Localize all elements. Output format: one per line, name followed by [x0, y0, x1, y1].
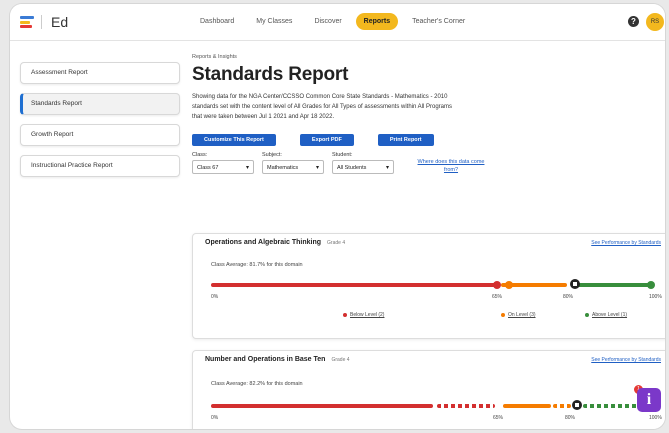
breadcrumb[interactable]: Reports & Insights [192, 54, 662, 60]
on-level-dots [553, 404, 571, 408]
student-select[interactable]: All Students ▾ [332, 160, 394, 174]
legend-dot [343, 312, 347, 317]
sidebar-item-growth-report[interactable]: Growth Report [20, 124, 180, 146]
legend-label: On Level (3) [508, 312, 536, 318]
subject-filter: Subject: Mathematics ▾ [262, 152, 324, 174]
nav-discover[interactable]: Discover [306, 13, 349, 30]
see-performance-link[interactable]: See Performance by Standards [591, 357, 661, 363]
student-select-value: All Students [337, 165, 367, 171]
class-filter-label: Class: [192, 152, 208, 158]
domain-card-operations-algebraic-thinking: Operations and Algebraic Thinking Grade 4… [192, 233, 665, 339]
legend-below-level[interactable]: Below Level (2) [343, 312, 384, 318]
subject-select-value: Mathematics [267, 165, 299, 171]
class-average-text: Class Average: 82.2% for this domain [211, 381, 303, 387]
main-nav: Dashboard My Classes Discover Reports Te… [192, 13, 473, 30]
nav-my-classes[interactable]: My Classes [248, 13, 300, 30]
student-filter-label: Student: [332, 152, 353, 158]
legend-on-level[interactable]: On Level (3) [501, 312, 536, 318]
student-dot[interactable] [505, 281, 513, 289]
subject-select[interactable]: Mathematics ▾ [262, 160, 324, 174]
export-pdf-button[interactable]: Export PDF [299, 134, 354, 146]
chevron-down-icon: ▾ [245, 165, 249, 171]
domain-title: Number and Operations in Base Ten Grade 4 [205, 356, 350, 363]
tick-label: 0% [211, 415, 219, 421]
below-level-segment [211, 283, 497, 287]
app-window: Ed Dashboard My Classes Discover Reports… [10, 4, 665, 429]
class-filter: Class: Class 67 ▾ [192, 152, 254, 174]
performance-bar [211, 279, 655, 289]
domain-name: Operations and Algebraic Thinking [205, 239, 322, 246]
domain-name: Number and Operations in Base Ten [205, 356, 326, 363]
above-level-segment [571, 283, 651, 287]
help-icon[interactable]: ? [628, 16, 639, 27]
chevron-down-icon: ▾ [315, 165, 319, 171]
legend-label: Above Level (1) [592, 312, 628, 318]
report-actions: Customize This Report Export PDF Print R… [192, 134, 662, 146]
class-select[interactable]: Class 67 ▾ [192, 160, 254, 174]
tick-label: 80% [563, 294, 574, 300]
sidebar-item-assessment-report[interactable]: Assessment Report [20, 62, 180, 84]
card-header: Operations and Algebraic Thinking Grade 4… [193, 234, 665, 250]
avatar[interactable]: RS [646, 13, 664, 31]
below-level-segment [211, 404, 433, 408]
grade-label: Grade 4 [331, 357, 350, 363]
logo-icon [20, 16, 34, 28]
domain-card-number-operations-base-ten: Number and Operations in Base Ten Grade 4… [192, 350, 665, 429]
below-level-dots [437, 404, 495, 408]
logo[interactable]: Ed [20, 14, 68, 30]
top-navigation-bar: Ed Dashboard My Classes Discover Reports… [10, 4, 665, 41]
chevron-down-icon: ▾ [385, 165, 389, 171]
class-average-marker[interactable] [572, 400, 582, 410]
card-header: Number and Operations in Base Ten Grade 4… [193, 351, 665, 367]
logo-text: Ed [51, 14, 69, 30]
legend-label: Below Level (2) [350, 312, 385, 318]
student-filter: Student: All Students ▾ [332, 152, 394, 174]
nav-teachers-corner[interactable]: Teacher's Corner [404, 13, 473, 30]
data-source-link[interactable]: Where does this data come from? [416, 158, 486, 174]
info-help-button[interactable]: i [637, 388, 661, 412]
tick-label: 80% [565, 415, 576, 421]
subject-filter-label: Subject: [262, 152, 282, 158]
see-performance-link[interactable]: See Performance by Standards [591, 240, 661, 246]
legend-above-level[interactable]: Above Level (1) [585, 312, 627, 318]
tick-label: 65% [492, 294, 503, 300]
tick-label: 65% [493, 415, 504, 421]
report-sidebar: Assessment Report Standards Report Growt… [20, 62, 180, 186]
tick-label: 0% [211, 294, 219, 300]
class-average-text: Class Average: 81.7% for this domain [211, 262, 303, 268]
tick-label: 100% [649, 294, 662, 300]
report-filters: Class: Class 67 ▾ Subject: Mathematics ▾… [192, 152, 662, 174]
grade-label: Grade 4 [327, 240, 346, 246]
class-select-value: Class 67 [197, 165, 219, 171]
domain-title: Operations and Algebraic Thinking Grade 4 [205, 239, 345, 246]
legend-dot [585, 312, 589, 317]
class-average-marker[interactable] [570, 279, 580, 289]
student-dot[interactable] [647, 281, 655, 289]
report-main: Reports & Insights Standards Report Show… [192, 54, 662, 174]
tick-label: 100% [649, 415, 662, 421]
report-description: Showing data for the NGA Center/CCSSO Co… [192, 94, 453, 120]
legend-dot [501, 312, 505, 317]
logo-divider [41, 15, 42, 29]
print-report-button[interactable]: Print Report [377, 134, 434, 146]
customize-report-button[interactable]: Customize This Report [192, 134, 276, 146]
performance-bar [211, 400, 651, 410]
on-level-segment [503, 404, 551, 408]
student-dot[interactable] [493, 281, 501, 289]
nav-reports[interactable]: Reports [355, 13, 399, 30]
sidebar-item-instructional-practice-report[interactable]: Instructional Practice Report [20, 155, 180, 177]
page-title: Standards Report [192, 64, 349, 85]
nav-dashboard[interactable]: Dashboard [192, 13, 242, 30]
sidebar-item-standards-report[interactable]: Standards Report [20, 93, 180, 115]
